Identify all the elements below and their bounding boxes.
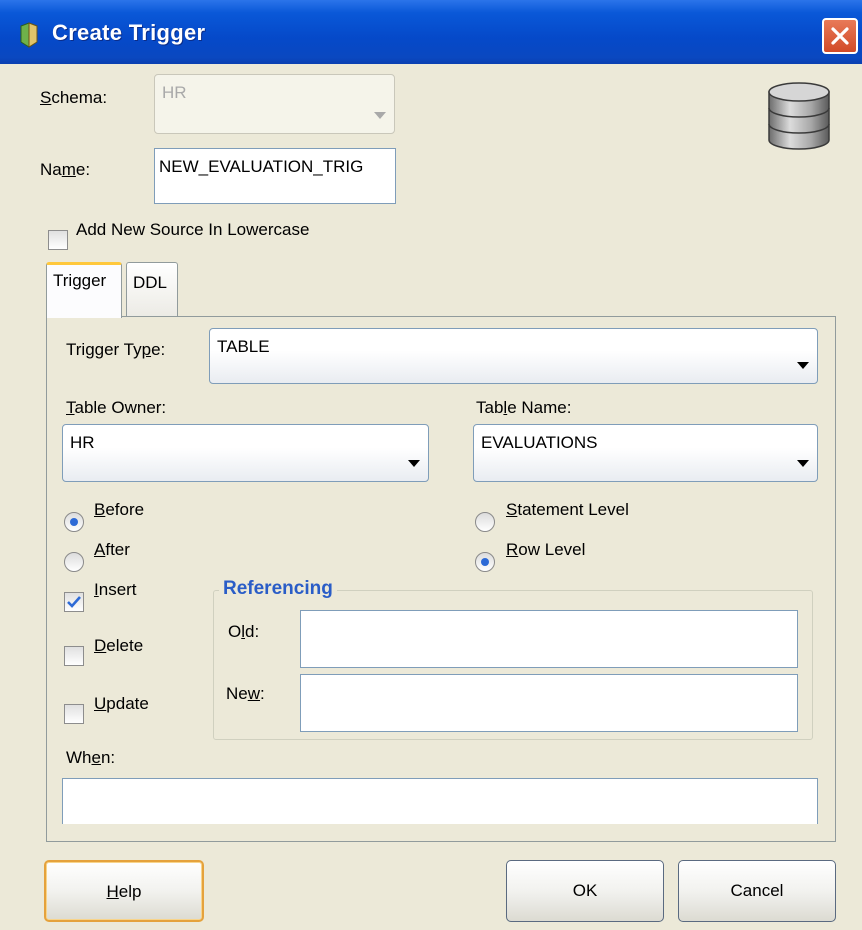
close-icon [831,27,849,45]
tab-trigger[interactable]: Trigger [46,262,122,318]
table-name-value: EVALUATIONS [481,433,598,452]
window-title: Create Trigger [52,20,206,45]
statement-level-label: Statement Level [506,500,629,519]
update-checkbox[interactable] [64,704,84,724]
checkmark-icon [67,596,81,608]
old-input[interactable] [300,610,798,668]
new-label: New: [226,684,265,703]
after-radio[interactable] [64,552,84,572]
update-label: Update [94,694,149,713]
radio-dot [70,518,78,526]
table-owner-label: Table Owner: [66,398,167,417]
before-label: Before [94,500,145,519]
lowercase-label: Add New Source In Lowercase [76,220,310,239]
ok-button-label: OK [572,881,598,900]
tab-trigger-label: Trigger [53,271,107,290]
name-value: NEW_EVALUATION_TRIG [159,157,364,176]
old-label: Old: [228,622,260,641]
referencing-title: Referencing [219,578,337,600]
row-level-radio[interactable] [475,552,495,572]
chevron-down-icon [408,460,420,467]
radio-dot [481,558,489,566]
after-label: After [94,540,130,559]
ok-button[interactable]: OK [506,860,664,922]
help-button-label: Help [106,882,142,901]
new-input[interactable] [300,674,798,732]
trigger-tab-panel [46,316,836,842]
cancel-button-label: Cancel [730,881,784,900]
schema-select: HR [154,74,395,134]
trigger-type-select[interactable]: TABLE [209,328,818,384]
trigger-type-value: TABLE [217,337,270,356]
lowercase-checkbox[interactable] [48,230,68,250]
name-input[interactable]: NEW_EVALUATION_TRIG [154,148,396,204]
create-trigger-dialog: Create Trigger Schema: HR Name: NEW_EVAL… [0,0,862,930]
help-button[interactable]: Help [44,860,204,922]
schema-value: HR [162,83,187,102]
before-radio[interactable] [64,512,84,532]
trigger-type-label: Trigger Type: [66,340,166,359]
table-name-label: Table Name: [476,398,572,417]
tab-ddl[interactable]: DDL [126,262,178,316]
chevron-down-icon [374,112,386,119]
table-name-select[interactable]: EVALUATIONS [473,424,818,482]
table-owner-select[interactable]: HR [62,424,429,482]
title-bar[interactable]: Create Trigger [0,0,862,64]
schema-label: Schema: [40,88,108,107]
when-input[interactable] [62,778,818,824]
cancel-button[interactable]: Cancel [678,860,836,922]
insert-checkbox[interactable] [64,592,84,612]
insert-label: Insert [94,580,137,599]
chevron-down-icon [797,362,809,369]
chevron-down-icon [797,460,809,467]
tab-ddl-label: DDL [133,273,168,292]
close-button[interactable] [822,18,858,54]
when-label: When: [66,748,116,767]
trigger-icon [20,22,38,48]
delete-label: Delete [94,636,144,655]
name-label: Name: [40,160,91,179]
delete-checkbox[interactable] [64,646,84,666]
table-owner-value: HR [70,433,95,452]
statement-level-radio[interactable] [475,512,495,532]
row-level-label: Row Level [506,540,586,559]
database-icon [768,82,830,150]
